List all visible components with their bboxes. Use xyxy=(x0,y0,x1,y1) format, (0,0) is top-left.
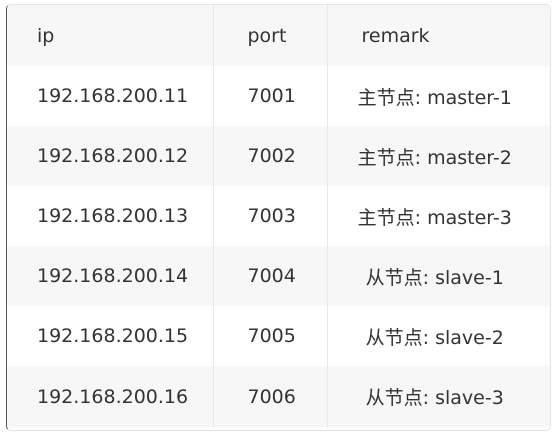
table-header: ip port remark xyxy=(7,5,550,66)
port-cell: 7006 xyxy=(213,366,328,427)
column-header-port: port xyxy=(213,5,328,66)
column-header-ip: ip xyxy=(7,5,214,66)
ip-cell: 192.168.200.12 xyxy=(7,126,214,186)
table-row: 192.168.200.13 7003 主节点: master-3 xyxy=(7,186,550,246)
ip-cell: 192.168.200.11 xyxy=(7,66,214,126)
header-row: ip port remark xyxy=(7,5,550,66)
remark-cell: 从节点: slave-1 xyxy=(365,266,504,289)
port-cell: 7004 xyxy=(213,246,328,306)
table-body: 192.168.200.11 7001 主节点: master-1 192.16… xyxy=(7,66,550,427)
ip-cell: 192.168.200.15 xyxy=(7,306,214,366)
port-cell: 7003 xyxy=(213,186,328,246)
table-row: 192.168.200.15 7005 从节点: slave-2 xyxy=(7,306,550,366)
node-table: ip port remark 192.168.200.11 7001 主节点: … xyxy=(7,5,550,427)
table-row: 192.168.200.14 7004 从节点: slave-1 xyxy=(7,246,550,306)
remark-cell: 从节点: slave-3 xyxy=(365,387,504,409)
remark-cell: 从节点: slave-2 xyxy=(365,326,504,349)
table-row: 192.168.200.12 7002 主节点: master-2 xyxy=(7,126,550,186)
port-cell: 7005 xyxy=(213,306,328,366)
data-table: ip port remark 192.168.200.11 7001 主节点: … xyxy=(6,4,551,431)
ip-cell: 192.168.200.14 xyxy=(7,246,214,306)
remark-cell: 主节点: master-2 xyxy=(357,146,512,169)
port-cell: 7002 xyxy=(213,126,328,186)
table-row: 192.168.200.16 7006 从节点: slave-3 xyxy=(7,366,550,427)
table-row: 192.168.200.11 7001 主节点: master-1 xyxy=(7,66,550,126)
port-cell: 7001 xyxy=(213,66,328,126)
ip-cell: 192.168.200.13 xyxy=(7,186,214,246)
column-header-remark: remark xyxy=(361,24,430,47)
remark-cell: 主节点: master-3 xyxy=(357,206,512,229)
ip-cell: 192.168.200.16 xyxy=(7,366,214,427)
remark-cell: 主节点: master-1 xyxy=(357,86,512,109)
